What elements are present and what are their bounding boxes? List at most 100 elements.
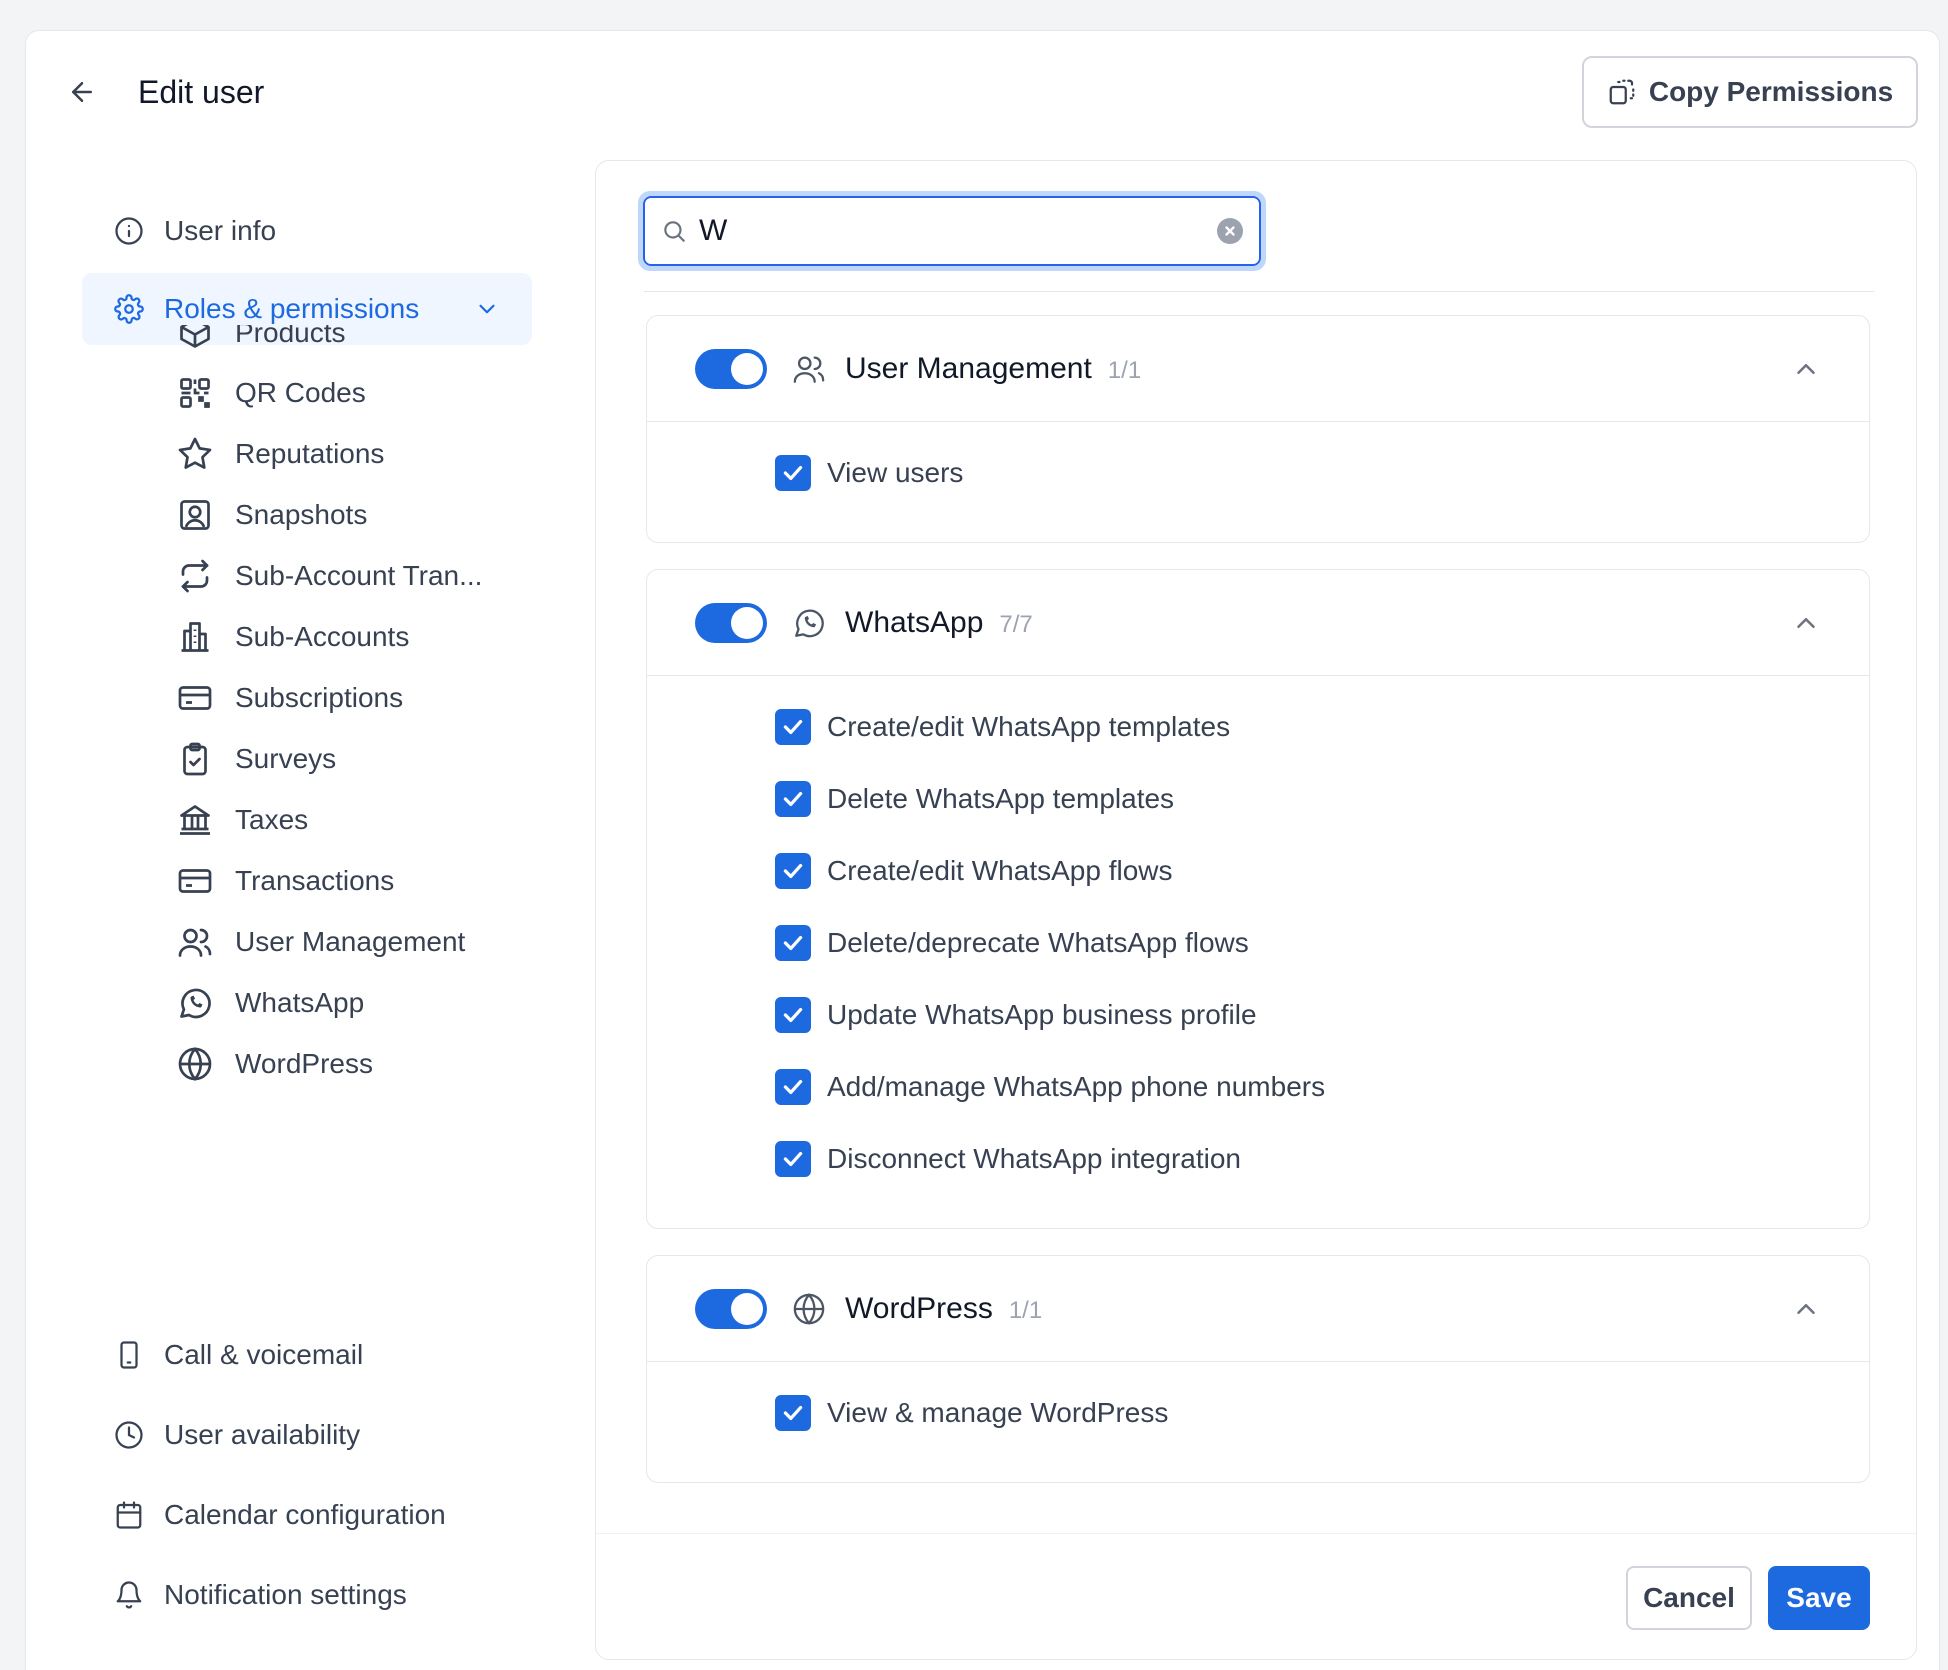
clock-icon — [115, 1421, 143, 1449]
checkbox-checked[interactable] — [775, 781, 811, 817]
permission-checkbox[interactable]: View & manage WordPress — [775, 1393, 1168, 1433]
bank-icon — [180, 805, 210, 835]
back-button[interactable] — [62, 72, 102, 112]
divider — [644, 291, 1874, 292]
permission-checkbox[interactable]: Update WhatsApp business profile — [775, 995, 1257, 1035]
checkbox-checked[interactable] — [775, 1069, 811, 1105]
search-input[interactable] — [699, 214, 1205, 248]
sidebar-item-call-voicemail[interactable]: Call & voicemail — [82, 1319, 532, 1391]
sidebar-item-label: User availability — [164, 1419, 361, 1450]
sidebar-subitem-products[interactable]: Products — [177, 325, 346, 363]
permission-label: Create/edit WhatsApp flows — [827, 855, 1173, 886]
sidebar-item-notification-settings[interactable]: Notification settings — [82, 1559, 532, 1631]
qr-code-icon — [180, 378, 210, 408]
permission-checkbox[interactable]: View users — [775, 453, 963, 493]
permission-category-list: Products QR Codes Reputations Snapshots … — [82, 325, 532, 1343]
section-toggle[interactable] — [695, 349, 767, 389]
cancel-button[interactable]: Cancel — [1626, 1566, 1752, 1630]
users-icon — [793, 356, 825, 383]
section-title: WordPress 1/1 — [845, 1289, 1042, 1331]
section-count: 1/1 — [1107, 357, 1142, 384]
section-count: 1/1 — [1008, 1297, 1043, 1324]
permission-label: View users — [827, 457, 964, 488]
toggle-knob — [731, 607, 763, 639]
check-icon — [783, 863, 803, 879]
bell-icon — [116, 1581, 142, 1609]
sidebar-subitem-taxes[interactable]: Taxes — [177, 790, 308, 850]
check-icon — [783, 465, 803, 481]
section-header: WordPress 1/1 — [647, 1256, 1869, 1362]
chevron-down-icon[interactable] — [474, 296, 500, 322]
section-toggle[interactable] — [695, 603, 767, 643]
sidebar-subitem-sub-account-transfer[interactable]: Sub-Account Tran... — [177, 546, 482, 606]
section-header: User Management 1/1 — [647, 316, 1869, 422]
sidebar-subitem-surveys[interactable]: Surveys — [177, 729, 336, 789]
checkbox-checked[interactable] — [775, 1395, 811, 1431]
sidebar-item-user-info[interactable]: User info — [82, 195, 532, 267]
check-icon — [783, 1405, 803, 1421]
sidebar-item-label: User info — [164, 215, 277, 246]
permission-label: Create/edit WhatsApp templates — [827, 711, 1231, 742]
globe-icon — [793, 1293, 825, 1325]
permission-label: Delete/deprecate WhatsApp flows — [827, 927, 1249, 958]
sidebar-subitem-transactions[interactable]: Transactions — [177, 851, 394, 911]
whatsapp-icon — [180, 988, 211, 1019]
sidebar-item-user-availability[interactable]: User availability — [82, 1399, 532, 1471]
sidebar-item-calendar-configuration[interactable]: Calendar configuration — [82, 1479, 532, 1551]
section-toggle[interactable] — [695, 1289, 767, 1329]
check-icon — [783, 935, 803, 951]
section-title: WhatsApp 7/7 — [845, 603, 1033, 645]
copy-icon — [1609, 79, 1635, 105]
sidebar-subitem-wordpress[interactable]: WordPress — [177, 1034, 373, 1094]
checkbox-checked[interactable] — [775, 925, 811, 961]
permission-label: Update WhatsApp business profile — [827, 999, 1257, 1030]
check-icon — [783, 1151, 803, 1167]
credit-card-icon — [178, 686, 212, 710]
chevron-up-icon[interactable] — [1791, 1294, 1821, 1324]
sidebar-subitem-snapshots[interactable]: Snapshots — [177, 485, 367, 545]
transfer-icon — [181, 559, 209, 593]
section-wordpress: WordPress 1/1 View & manage WordPress — [646, 1255, 1870, 1483]
clipboard-check-icon — [183, 742, 207, 776]
checkbox-checked[interactable] — [775, 997, 811, 1033]
sidebar-subitem-whatsapp[interactable]: WhatsApp — [177, 973, 364, 1033]
section-whatsapp: WhatsApp 7/7 Create/edit WhatsApp templa… — [646, 569, 1870, 1229]
copy-permissions-label: Copy Permissions — [1648, 76, 1894, 107]
save-button[interactable]: Save — [1768, 1566, 1870, 1630]
sidebar-subitem-reputations[interactable]: Reputations — [177, 424, 384, 484]
clear-search-button[interactable] — [1217, 218, 1243, 244]
permission-checkbox[interactable]: Create/edit WhatsApp flows — [775, 851, 1173, 891]
search-icon — [664, 221, 685, 242]
section-count: 7/7 — [999, 611, 1033, 638]
chevron-up-icon[interactable] — [1791, 354, 1821, 384]
permission-checkbox[interactable]: Delete/deprecate WhatsApp flows — [775, 923, 1249, 963]
permission-checkbox[interactable]: Delete WhatsApp templates — [775, 779, 1174, 819]
checkbox-checked[interactable] — [775, 853, 811, 889]
user-square-icon — [180, 500, 210, 530]
search-focus-ring — [638, 191, 1266, 271]
sidebar-item-label: Call & voicemail — [164, 1339, 364, 1370]
check-icon — [783, 1007, 803, 1023]
page-title: Edit user — [138, 74, 265, 110]
section-title: User Management 1/1 — [845, 349, 1141, 391]
sidebar-subitem-subscriptions[interactable]: Subscriptions — [177, 668, 403, 728]
sidebar-item-label: Calendar configuration — [164, 1499, 446, 1530]
phone-device-icon — [120, 1341, 138, 1369]
sidebar-subitem-qr-codes[interactable]: QR Codes — [177, 363, 366, 423]
checkbox-checked[interactable] — [775, 455, 811, 491]
footer-divider — [596, 1533, 1916, 1534]
chevron-up-icon[interactable] — [1791, 608, 1821, 638]
box-icon — [180, 325, 210, 348]
info-icon — [115, 217, 143, 245]
sidebar-subitem-user-management[interactable]: User Management — [177, 912, 465, 972]
permission-label: Disconnect WhatsApp integration — [827, 1143, 1241, 1174]
checkbox-checked[interactable] — [775, 1141, 811, 1177]
copy-permissions-button[interactable]: Copy Permissions — [1582, 56, 1918, 128]
permission-checkbox[interactable]: Add/manage WhatsApp phone numbers — [775, 1067, 1325, 1107]
checkbox-checked[interactable] — [775, 709, 811, 745]
check-icon — [783, 1079, 803, 1095]
permission-checkbox[interactable]: Create/edit WhatsApp templates — [775, 707, 1230, 747]
permission-checkbox[interactable]: Disconnect WhatsApp integration — [775, 1139, 1241, 1179]
gear-icon — [114, 294, 144, 324]
sidebar-subitem-sub-accounts[interactable]: Sub-Accounts — [177, 607, 409, 667]
